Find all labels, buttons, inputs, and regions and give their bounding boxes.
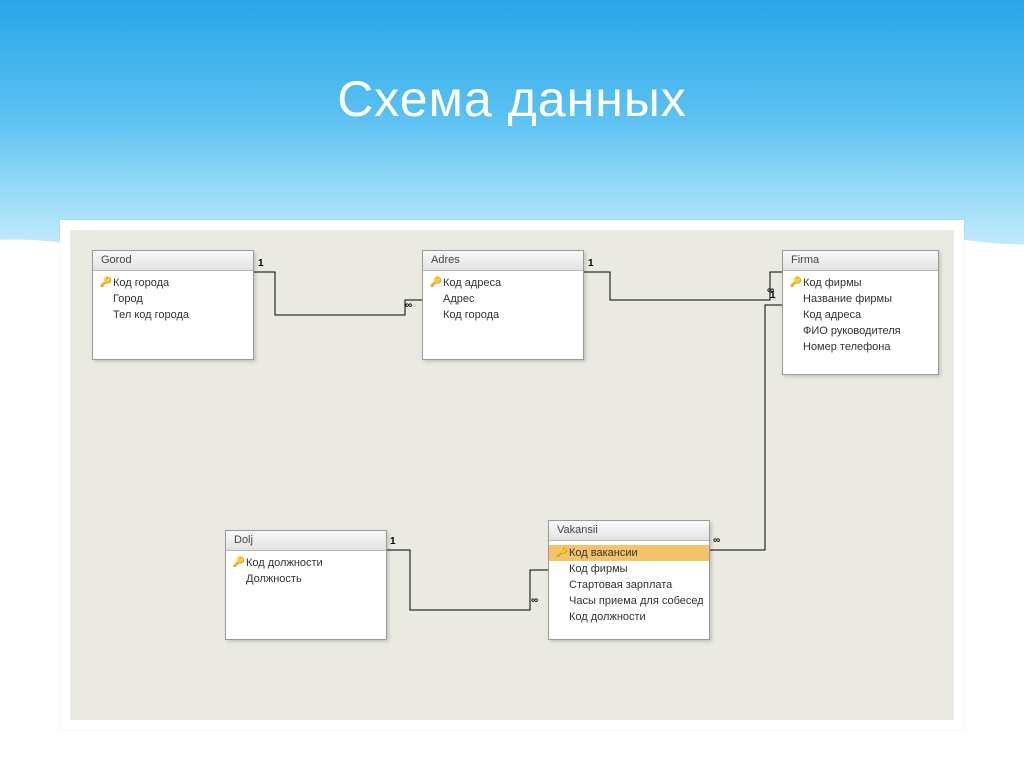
diagram-frame: 1 ∞ 1 ∞ 1 ∞ 1 ∞ Gorod 🔑 Код города Город — [60, 220, 964, 730]
primary-key-icon: 🔑 — [429, 276, 443, 290]
entity-dolj-title: Dolj — [226, 531, 386, 551]
primary-key-icon: 🔑 — [789, 276, 803, 290]
table-row[interactable]: Стартовая зарплата — [549, 577, 709, 593]
field-label: Адрес — [443, 292, 577, 306]
table-row[interactable]: Код города — [423, 307, 583, 323]
primary-key-icon: 🔑 — [99, 276, 113, 290]
diagram-canvas[interactable]: 1 ∞ 1 ∞ 1 ∞ 1 ∞ Gorod 🔑 Код города Город — [70, 230, 954, 720]
field-label: Код должности — [246, 556, 380, 570]
field-label: Номер телефона — [803, 340, 932, 354]
entity-vakansii-fields: 🔑 Код вакансии Код фирмы Стартовая зарпл… — [549, 541, 709, 639]
entity-firma[interactable]: Firma 🔑 Код фирмы Название фирмы Код адр… — [782, 250, 939, 375]
entity-adres[interactable]: Adres 🔑 Код адреса Адрес Код города — [422, 250, 584, 360]
field-label: Тел код города — [113, 308, 247, 322]
card-gorod-one: 1 — [258, 258, 264, 269]
table-row[interactable]: Название фирмы — [783, 291, 938, 307]
field-label: Код адреса — [443, 276, 577, 290]
field-label: Стартовая зарплата — [569, 578, 703, 592]
table-row[interactable]: Код адреса — [783, 307, 938, 323]
table-row[interactable]: 🔑 Код фирмы — [783, 275, 938, 291]
field-label: Код вакансии — [569, 546, 703, 560]
table-row[interactable]: Номер телефона — [783, 339, 938, 355]
table-row[interactable]: ФИО руководителя — [783, 323, 938, 339]
field-label: Код адреса — [803, 308, 932, 322]
card-firma-one: 1 — [770, 290, 776, 301]
table-row[interactable]: Адрес — [423, 291, 583, 307]
entity-firma-fields: 🔑 Код фирмы Название фирмы Код адреса ФИ… — [783, 271, 938, 374]
primary-key-icon: 🔑 — [232, 556, 246, 570]
entity-vakansii-title: Vakansii — [549, 521, 709, 541]
field-label: Код города — [443, 308, 577, 322]
entity-gorod-fields: 🔑 Код города Город Тел код города — [93, 271, 253, 359]
table-row[interactable]: Часы приема для собеседований — [549, 593, 709, 609]
primary-key-icon: 🔑 — [555, 546, 569, 560]
table-row[interactable]: 🔑 Код должности — [226, 555, 386, 571]
entity-adres-title: Adres — [423, 251, 583, 271]
field-label: Код города — [113, 276, 247, 290]
card-dolj-one: 1 — [390, 536, 396, 547]
field-label: Код фирмы — [569, 562, 703, 576]
entity-adres-fields: 🔑 Код адреса Адрес Код города — [423, 271, 583, 359]
table-row[interactable]: Должность — [226, 571, 386, 587]
table-row[interactable]: 🔑 Код вакансии — [549, 545, 709, 561]
table-row[interactable]: Тел код города — [93, 307, 253, 323]
entity-gorod[interactable]: Gorod 🔑 Код города Город Тел код города — [92, 250, 254, 360]
slide-title: Схема данных — [0, 70, 1024, 128]
entity-dolj[interactable]: Dolj 🔑 Код должности Должность — [225, 530, 387, 640]
card-vak-many-l: ∞ — [531, 595, 538, 606]
slide: Схема данных 1 ∞ 1 ∞ 1 ∞ 1 ∞ — [0, 0, 1024, 768]
table-row[interactable]: Город — [93, 291, 253, 307]
field-label: Часы приема для собеседований — [569, 594, 703, 608]
field-label: Код должности — [569, 610, 703, 624]
entity-dolj-fields: 🔑 Код должности Должность — [226, 551, 386, 639]
entity-vakansii[interactable]: Vakansii 🔑 Код вакансии Код фирмы Старто… — [548, 520, 710, 640]
field-label: Код фирмы — [803, 276, 932, 290]
field-label: ФИО руководителя — [803, 324, 932, 338]
table-row[interactable]: Код фирмы — [549, 561, 709, 577]
table-row[interactable]: 🔑 Код адреса — [423, 275, 583, 291]
card-vak-many-r: ∞ — [713, 535, 720, 546]
entity-gorod-title: Gorod — [93, 251, 253, 271]
card-adres-one: 1 — [588, 258, 594, 269]
table-row[interactable]: Код должности — [549, 609, 709, 625]
field-label: Должность — [246, 572, 380, 586]
field-label: Название фирмы — [803, 292, 932, 306]
table-row[interactable]: 🔑 Код города — [93, 275, 253, 291]
entity-firma-title: Firma — [783, 251, 938, 271]
card-adres-many: ∞ — [405, 300, 412, 311]
field-label: Город — [113, 292, 247, 306]
